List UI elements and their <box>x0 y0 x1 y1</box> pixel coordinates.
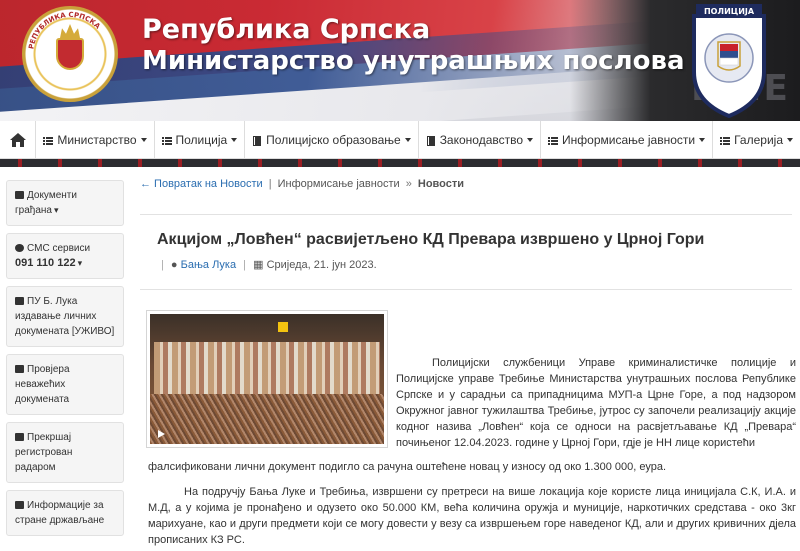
divider <box>140 214 792 215</box>
evidence-marker <box>278 322 288 332</box>
caret-down-icon <box>787 137 793 142</box>
card-icon <box>15 365 24 373</box>
nav-item-label: Полицијско образовање <box>266 132 401 147</box>
decorative-band <box>0 159 800 167</box>
breadcrumb-section[interactable]: Информисање јавности <box>278 178 400 190</box>
sidebar-item-invalid-documents[interactable]: Провјера неважећих докумената <box>6 354 124 415</box>
site-header: LINE РЕПУБЛИКА СРПСКА Република Српска М… <box>0 0 800 121</box>
caret-down-icon <box>140 137 147 142</box>
camera-icon <box>15 433 24 441</box>
sidebar-item-live-documents[interactable]: ПУ Б. Лука издавање личних докумената [У… <box>6 286 124 347</box>
list-icon <box>548 135 559 145</box>
caret-down-icon <box>699 137 706 142</box>
caret-down-icon <box>527 137 534 142</box>
nav-item-label: Законодавство <box>439 132 524 147</box>
svg-text:ПОЛИЦИЈА: ПОЛИЦИЈА <box>704 7 755 16</box>
nav-item-police[interactable]: Полиција <box>153 120 245 159</box>
book-icon <box>252 135 262 146</box>
sidebar: Документи грађана ▾ СМС сервиси 091 110 1… <box>6 180 124 543</box>
sidebar-item-sms-services[interactable]: СМС сервиси 091 110 122 ▾ <box>6 233 124 279</box>
chevron-down-icon: ▾ <box>53 205 59 215</box>
sidebar-item-label: Документи грађана <box>15 190 77 216</box>
list-icon <box>720 135 731 145</box>
calendar-icon: ▦ <box>253 259 264 271</box>
sidebar-item-foreigners-info[interactable]: Информације за стране држављане <box>6 490 124 536</box>
breadcrumb-current: Новости <box>417 178 464 190</box>
sidebar-item-label: Информације за стране држављане <box>15 500 105 526</box>
divider <box>140 289 792 290</box>
video-icon <box>15 297 24 305</box>
police-badge-icon: ПОЛИЦИЈА <box>692 4 766 118</box>
article-paragraph: Полицијски службеници Управе криминалист… <box>396 357 796 449</box>
sidebar-item-label: СМС сервиси <box>27 243 91 254</box>
nav-item-gallery[interactable]: Галерија <box>712 120 800 159</box>
sidebar-item-citizen-documents[interactable]: Документи грађана ▾ <box>6 180 124 226</box>
sms-number: 091 110 122 <box>15 257 76 269</box>
main-navigation: Министарство Полиција Полицијско образов… <box>0 120 800 159</box>
breadcrumb-separator: » <box>405 178 412 190</box>
article-paragraph: На подручју Бања Луке и Требиња, извршен… <box>148 486 796 546</box>
back-to-news-link[interactable]: ← Повратак на Новости <box>140 178 263 190</box>
home-button[interactable] <box>0 121 35 159</box>
sidebar-item-label: ПУ Б. Лука издавање личних докумената [У… <box>15 296 115 337</box>
caret-down-icon <box>404 137 411 142</box>
article-paragraph: фалсификовани лични документ подигло са … <box>148 461 667 473</box>
card-icon <box>15 191 24 199</box>
breadcrumb-separator: | <box>268 178 272 190</box>
nav-item-legislation[interactable]: Законодавство <box>417 120 540 159</box>
article-photo[interactable] <box>146 310 388 448</box>
list-icon <box>43 135 54 145</box>
globe-icon <box>15 244 24 252</box>
breadcrumb: ← Повратак на Новости | Информисање јавн… <box>140 178 790 198</box>
nav-item-police-education[interactable]: Полицијско образовање <box>244 120 418 159</box>
site-title-line1: Република Српска <box>142 14 431 45</box>
document-icon <box>15 501 24 509</box>
nav-item-label: Галерија <box>734 132 783 147</box>
map-marker-icon: ● <box>170 259 178 271</box>
article-meta: | ● Бања Лука | ▦ Сриједа, 21. јун 2023. <box>161 259 377 271</box>
coat-of-arms-logo[interactable]: РЕПУБЛИКА СРПСКА <box>22 6 118 102</box>
nav-item-label: Информисање јавности <box>562 132 696 147</box>
sidebar-item-radar-offense[interactable]: Прекршај регистрован радаром <box>6 422 124 483</box>
home-icon <box>9 132 26 147</box>
nav-item-ministry[interactable]: Министарство <box>35 120 153 159</box>
article-location[interactable]: Бања Лука <box>181 259 236 271</box>
nav-item-label: Министарство <box>57 132 137 147</box>
chevron-down-icon: ▾ <box>77 258 83 268</box>
list-icon <box>161 135 172 145</box>
nav-item-label: Полиција <box>175 132 228 147</box>
nav-item-public-info[interactable]: Информисање јавности <box>540 120 712 159</box>
article-date: Сриједа, 21. јун 2023. <box>266 259 377 271</box>
caret-down-icon <box>231 137 238 142</box>
play-icon <box>158 430 165 438</box>
book-icon <box>426 135 436 146</box>
article-title: Акцијом „Ловћен“ расвијетљено КД Превара… <box>157 231 705 248</box>
site-title-line2: Министарство унутрашњих послова <box>142 46 685 76</box>
